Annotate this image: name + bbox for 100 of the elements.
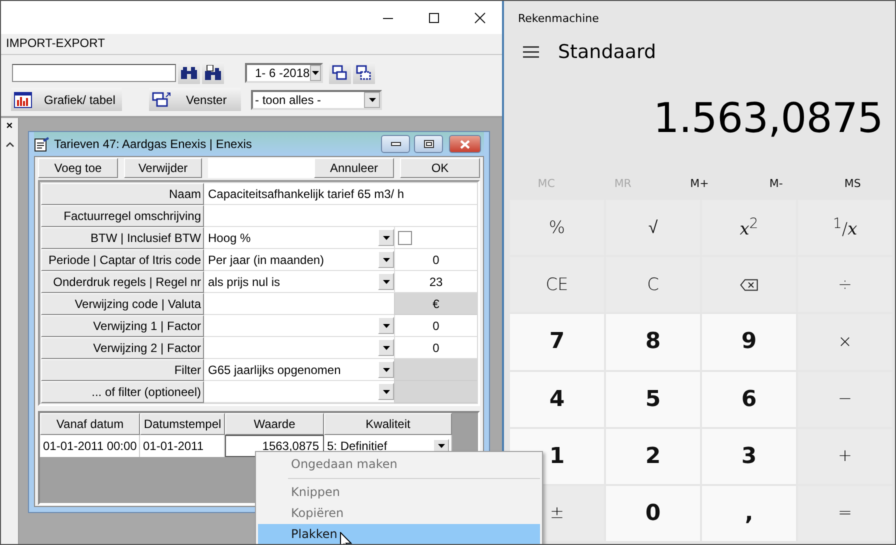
column-header[interactable]: Kwaliteit (324, 413, 452, 435)
calculator-key[interactable]: √ (606, 200, 700, 256)
caret-down-icon[interactable] (368, 98, 376, 102)
calculator-key[interactable]: 4 (510, 372, 604, 427)
memory-button[interactable]: MS (814, 167, 891, 200)
dropdown-button[interactable] (378, 383, 394, 400)
column-header[interactable]: Datumstempel (140, 413, 225, 435)
field-label: Periode | Captar of Itris code (41, 249, 204, 271)
field-input[interactable] (204, 293, 394, 315)
calculator-key[interactable]: 3 (702, 428, 796, 484)
memory-button[interactable]: M- (738, 167, 814, 200)
dropdown-button[interactable] (378, 361, 394, 378)
calculator-key[interactable]: = (798, 486, 892, 541)
field-input[interactable]: Capaciteitsafhankelijk tarief 65 m3/ h (204, 183, 477, 205)
table-cell: 01-01-2011 (140, 435, 225, 457)
notepad-icon (34, 136, 50, 152)
caret-down-icon (382, 390, 390, 394)
caret-down-icon (382, 258, 390, 262)
column-header[interactable]: Vanaf datum (40, 413, 140, 435)
maximize-button[interactable] (414, 135, 443, 153)
field-input[interactable] (204, 315, 394, 337)
field-label: Filter (41, 359, 204, 381)
calculator-key[interactable]: , (702, 486, 796, 541)
calculator-key[interactable]: 6 (702, 372, 796, 427)
toolbar-button[interactable]: Venster (149, 88, 241, 111)
column-header[interactable]: Waarde (225, 413, 324, 435)
calculator-key[interactable]: CE (510, 257, 604, 312)
field-input[interactable]: Per jaar (in maanden) (204, 249, 394, 271)
field-input[interactable] (204, 337, 394, 359)
chevron-up-icon[interactable] (6, 142, 14, 147)
calculator-key[interactable]: ÷ (798, 257, 892, 312)
field-label: Factuurregel omschrijving (41, 205, 204, 227)
number-field[interactable]: 23 (394, 271, 477, 293)
dropdown-button[interactable] (378, 339, 394, 356)
calculator-key[interactable]: C (606, 257, 700, 312)
dialog-title: Tarieven 47: Aardgas Enexis | Enexis (54, 137, 253, 151)
menu-item[interactable]: IMPORT-EXPORT (6, 36, 105, 50)
close-icon (460, 140, 470, 148)
calculator-key[interactable]: 5 (606, 372, 700, 427)
mode-title: Standaard (558, 40, 656, 62)
calculator-key[interactable]: × (798, 314, 892, 370)
dropdown-button[interactable] (378, 229, 394, 246)
dropdown-button[interactable] (378, 317, 394, 334)
field-label: Verwijzing code | Valuta (41, 293, 204, 315)
field-input[interactable]: Hoog % (204, 227, 394, 249)
number-field[interactable]: 0 (394, 315, 477, 337)
field-input[interactable]: G65 jaarlijks opgenomen (204, 359, 394, 381)
field-input[interactable] (204, 381, 394, 403)
field-label: Naam (41, 183, 204, 205)
calculator-key[interactable]: + (798, 428, 892, 484)
view-filter-dropdown[interactable]: - toon alles - (251, 90, 382, 110)
calculator-key[interactable]: x$^{2}$ (702, 200, 796, 256)
calculator-key[interactable]: 9 (702, 314, 796, 370)
dropdown-button[interactable] (378, 251, 394, 268)
caret-down-icon (382, 236, 390, 240)
calculator-key[interactable]: $^{1}$/x (798, 200, 892, 256)
calculator-key[interactable]: 0 (606, 486, 700, 541)
checkbox[interactable] (398, 230, 412, 244)
calculator-key[interactable]: − (798, 372, 892, 427)
field-label: Verwijzing 1 | Factor (41, 315, 204, 337)
caret-down-icon[interactable] (312, 70, 319, 74)
table-cell: 01-01-2011 00:00 (40, 435, 140, 457)
locked-cell: € (394, 293, 477, 315)
windows-icon (152, 92, 172, 108)
caret-down-icon[interactable] (438, 444, 444, 448)
field-label: Verwijzing 2 | Factor (41, 337, 204, 359)
minimize-icon (390, 142, 400, 146)
caret-down-icon (382, 280, 390, 284)
number-field[interactable]: 0 (394, 337, 477, 359)
dropdown-button[interactable] (378, 273, 394, 290)
calculator-key[interactable]: 2 (606, 428, 700, 484)
menu-item[interactable]: Plakken (258, 524, 540, 544)
calculator-display: 1.563,0875 (652, 93, 884, 144)
caret-down-icon (382, 346, 390, 350)
search-field[interactable] (12, 64, 176, 82)
menu-icon[interactable] (523, 46, 539, 58)
dialog-button[interactable]: Verwijder (124, 158, 202, 178)
field-input[interactable] (204, 205, 477, 227)
panel-close-control[interactable]: × (6, 120, 13, 132)
calculator-key[interactable]: 7 (510, 314, 604, 370)
field-label: BTW | Inclusief BTW (41, 227, 204, 249)
calculator-key[interactable]: % (510, 200, 604, 256)
maximize-icon[interactable] (428, 12, 440, 24)
dialog-button[interactable]: Voeg toe (38, 158, 118, 178)
field-label: ... of filter (optioneel) (41, 381, 204, 403)
window-title: Rekenmachine (517, 11, 600, 23)
caret-down-icon (382, 368, 390, 372)
toolbar-button[interactable]: Grafiek/ tabel (11, 88, 122, 111)
date-dropdown[interactable]: 1- 6 -2018 (245, 62, 323, 82)
dialog-button[interactable]: OK (400, 158, 480, 178)
calculator-key[interactable]: 8 (606, 314, 700, 370)
close-button[interactable] (449, 135, 481, 153)
restore-icon (424, 140, 434, 148)
field-input[interactable]: als prijs nul is (204, 271, 394, 293)
minimize-button[interactable] (381, 135, 410, 153)
number-field[interactable]: 0 (394, 249, 477, 271)
bar-chart-icon (14, 92, 32, 108)
memory-button[interactable]: M+ (661, 167, 738, 200)
close-icon[interactable] (474, 12, 486, 24)
dialog-button[interactable]: Annuleer (314, 158, 394, 178)
